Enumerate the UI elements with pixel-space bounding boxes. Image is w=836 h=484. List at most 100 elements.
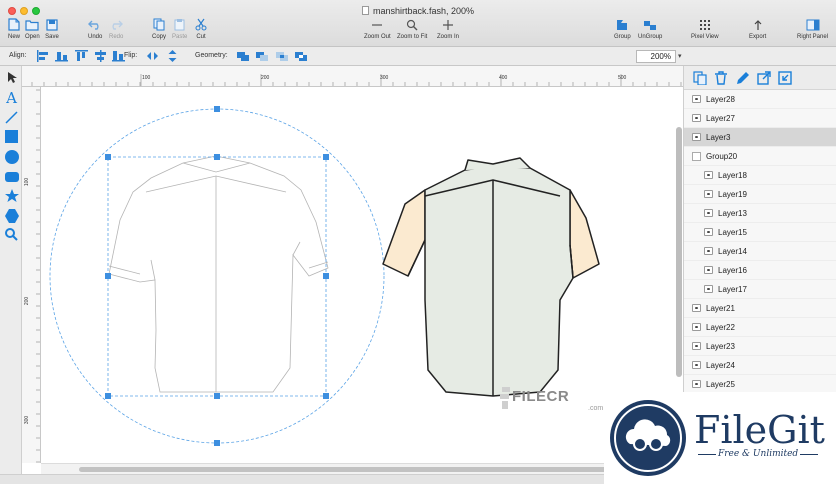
paste-button[interactable]: Paste xyxy=(172,18,187,46)
align-top-icon[interactable] xyxy=(75,50,88,62)
layer-row[interactable]: Layer24 xyxy=(684,356,836,375)
layer-row[interactable]: Layer27 xyxy=(684,109,836,128)
layer-group-row[interactable]: Group20 xyxy=(684,147,836,166)
select-arrow-tool[interactable] xyxy=(4,70,19,85)
zoom-out-button[interactable]: Zoom Out xyxy=(364,18,391,46)
open-button[interactable]: Open xyxy=(25,18,40,46)
save-button[interactable]: Save xyxy=(45,18,59,46)
group-button[interactable]: Group xyxy=(614,18,631,46)
layer-name: Layer18 xyxy=(718,171,747,180)
redo-label: Redo xyxy=(109,34,124,40)
scissors-icon xyxy=(194,18,208,31)
layer-row[interactable]: Layer22 xyxy=(684,318,836,337)
export-button[interactable]: Export xyxy=(749,18,766,46)
tools-sidebar: A xyxy=(0,66,22,474)
rounded-rectangle-icon xyxy=(4,171,19,182)
vertical-scroll-thumb[interactable] xyxy=(676,127,682,377)
layer-name: Layer13 xyxy=(718,209,747,218)
visibility-eye-icon[interactable] xyxy=(692,304,701,312)
box-arrow-out-icon xyxy=(757,71,771,85)
visibility-eye-icon[interactable] xyxy=(692,95,701,103)
flip-horizontal-icon[interactable] xyxy=(146,50,159,62)
rounded-rectangle-tool[interactable] xyxy=(4,169,19,184)
zoom-dropdown-chevron-icon[interactable]: ▾ xyxy=(678,50,687,63)
layer-row[interactable]: Layer21 xyxy=(684,299,836,318)
visibility-eye-icon[interactable] xyxy=(692,323,701,331)
text-tool[interactable]: A xyxy=(4,89,19,107)
visibility-eye-icon[interactable] xyxy=(704,209,713,217)
geometry-subtract-icon[interactable] xyxy=(255,50,270,62)
move-out-button[interactable] xyxy=(756,70,772,86)
horizontal-scrollbar[interactable] xyxy=(41,463,683,474)
visibility-eye-icon[interactable] xyxy=(704,247,713,255)
pixel-view-button[interactable]: Pixel View xyxy=(691,18,719,46)
layer-row[interactable]: Layer18 xyxy=(684,166,836,185)
horizontal-scroll-thumb[interactable] xyxy=(79,467,639,472)
duplicate-layer-button[interactable] xyxy=(692,70,708,86)
group-checkbox-icon[interactable] xyxy=(692,152,701,161)
visibility-eye-icon[interactable] xyxy=(692,361,701,369)
layer-name: Layer17 xyxy=(718,285,747,294)
layer-row[interactable]: Layer23 xyxy=(684,337,836,356)
clipboard-icon xyxy=(173,18,187,31)
layer-row[interactable]: Layer15 xyxy=(684,223,836,242)
layer-row[interactable]: Layer13 xyxy=(684,204,836,223)
visibility-eye-icon[interactable] xyxy=(692,133,701,141)
ellipse-tool[interactable] xyxy=(4,149,19,164)
zoom-tool[interactable] xyxy=(4,227,19,242)
undo-button[interactable]: Undo xyxy=(88,18,102,46)
line-tool[interactable] xyxy=(4,110,19,125)
visibility-eye-icon[interactable] xyxy=(704,228,713,236)
layer-row[interactable]: Layer19 xyxy=(684,185,836,204)
delete-layer-button[interactable] xyxy=(713,70,729,86)
colored-shirt[interactable] xyxy=(382,157,600,397)
drawing-canvas[interactable]: FILECR .com xyxy=(41,87,683,463)
visibility-eye-icon[interactable] xyxy=(704,171,713,179)
layer-row[interactable]: Layer3 xyxy=(684,128,836,147)
vruler-label: 200 xyxy=(24,296,31,306)
polygon-tool[interactable] xyxy=(4,208,19,223)
shirt-back-outline[interactable] xyxy=(108,155,329,393)
right-panel-label: Right Panel xyxy=(797,34,829,40)
line-icon xyxy=(5,111,18,124)
geometry-union-icon[interactable] xyxy=(236,50,251,62)
filecr-suffix: .com xyxy=(588,405,604,412)
align-center-icon[interactable] xyxy=(55,50,68,62)
pencil-icon xyxy=(737,72,749,84)
zoom-in-button[interactable]: Zoom In xyxy=(437,18,459,46)
redo-button[interactable]: Redo xyxy=(109,18,123,46)
visibility-eye-icon[interactable] xyxy=(692,380,701,388)
rectangle-tool[interactable] xyxy=(4,129,19,144)
layer-row[interactable]: Layer28 xyxy=(684,90,836,109)
hruler-label: 500 xyxy=(618,75,627,81)
edit-layer-button[interactable] xyxy=(735,70,751,86)
visibility-eye-icon[interactable] xyxy=(704,285,713,293)
align-middle-icon[interactable] xyxy=(94,50,107,62)
cut-label: Cut xyxy=(196,34,206,40)
star-tool[interactable] xyxy=(4,188,19,203)
move-in-button[interactable] xyxy=(777,70,793,86)
geometry-exclude-icon[interactable] xyxy=(294,50,309,62)
cloud-glasses-icon xyxy=(625,419,671,451)
right-panel-button[interactable]: Right Panel xyxy=(797,18,828,46)
zoom-to-fit-button[interactable]: Zoom to Fit xyxy=(397,18,427,46)
layer-name: Layer24 xyxy=(706,361,735,370)
visibility-eye-icon[interactable] xyxy=(704,190,713,198)
align-left-icon[interactable] xyxy=(36,50,49,62)
cut-button[interactable]: Cut xyxy=(194,18,208,46)
new-button[interactable]: New xyxy=(7,18,21,46)
layer-name: Layer25 xyxy=(706,380,735,389)
visibility-eye-icon[interactable] xyxy=(692,342,701,350)
flip-vertical-icon[interactable] xyxy=(166,50,179,62)
layer-row[interactable]: Layer16 xyxy=(684,261,836,280)
layer-row[interactable]: Layer14 xyxy=(684,242,836,261)
layer-row[interactable]: Layer17 xyxy=(684,280,836,299)
visibility-eye-icon[interactable] xyxy=(704,266,713,274)
geometry-intersect-icon[interactable] xyxy=(275,50,290,62)
layer-name: Layer19 xyxy=(718,190,747,199)
zoom-level-field[interactable]: 200% xyxy=(636,50,676,63)
copy-button[interactable]: Copy xyxy=(152,18,166,46)
visibility-eye-icon[interactable] xyxy=(692,114,701,122)
ungroup-button[interactable]: UnGroup xyxy=(638,18,662,46)
panel-icon xyxy=(806,18,820,31)
